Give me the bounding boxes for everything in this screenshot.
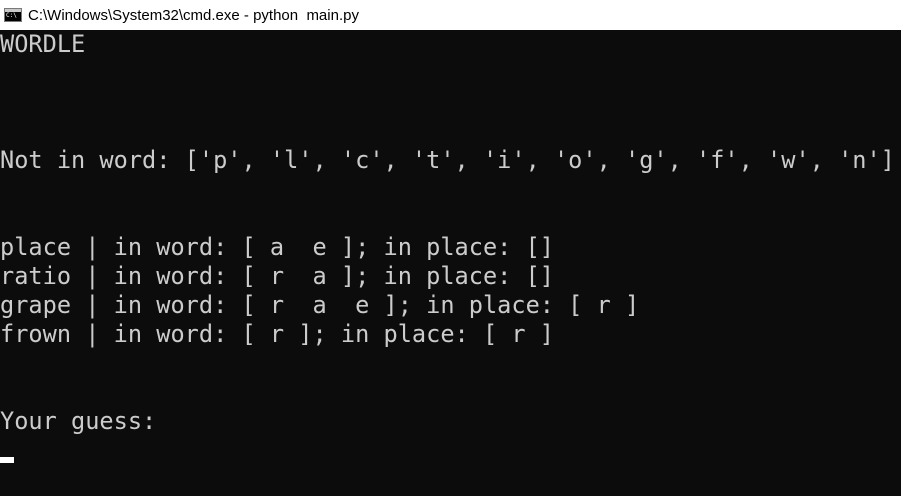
title-bar[interactable]: C:\ C:\Windows\System32\cmd.exe - python… [0,0,901,30]
game-heading: WORDLE [0,30,86,58]
cmd-console-icon-text: C:\ [6,12,17,19]
console-output[interactable]: WORDLE Not in word: ['p', 'l', 'c', 't',… [0,30,901,496]
guess-line: ratio | in word: [ r a ]; in place: [] [0,262,554,290]
not-in-word-line: Not in word: ['p', 'l', 'c', 't', 'i', '… [0,146,895,174]
guess-line: place | in word: [ a e ]; in place: [] [0,233,554,261]
guess-line: frown | in word: [ r ]; in place: [ r ] [0,320,554,348]
window-title: C:\Windows\System32\cmd.exe - python mai… [28,6,359,24]
guess-line: grape | in word: [ r a e ]; in place: [ … [0,291,640,319]
guess-prompt: Your guess: [0,407,157,435]
cmd-window: C:\ C:\Windows\System32\cmd.exe - python… [0,0,901,496]
text-cursor[interactable] [0,457,14,463]
cmd-console-icon[interactable]: C:\ [4,8,22,22]
